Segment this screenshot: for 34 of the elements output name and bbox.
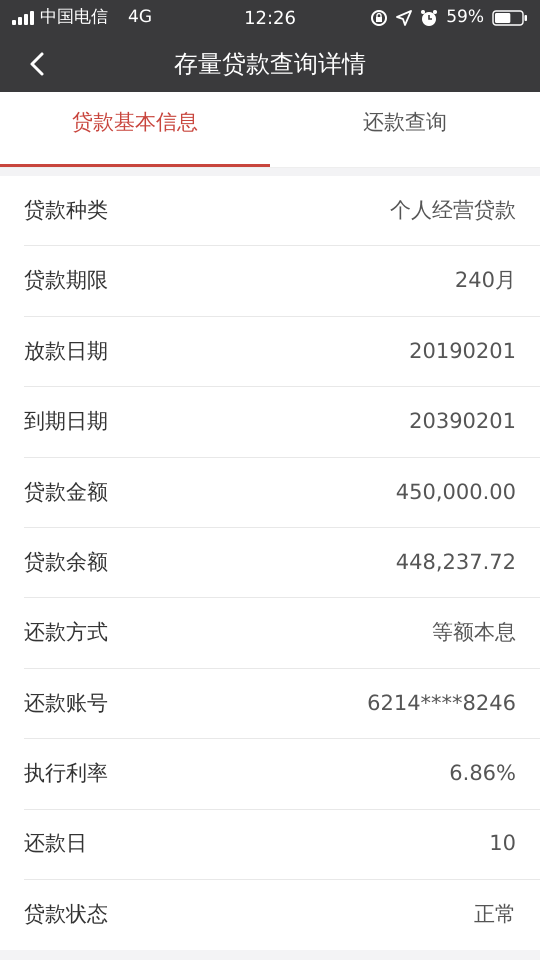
carrier-name: 中国电信 bbox=[40, 6, 108, 30]
field-label: 还款方式 bbox=[24, 619, 108, 646]
field-value: 20390201 bbox=[409, 408, 516, 436]
signal-icon bbox=[12, 11, 36, 25]
field-value: 448,237.72 bbox=[396, 548, 516, 576]
field-label: 贷款金额 bbox=[24, 478, 108, 506]
field-label: 还款账号 bbox=[24, 690, 108, 717]
battery-percent: 59% bbox=[446, 6, 484, 30]
field-value: 个人经营贷款 bbox=[390, 196, 516, 224]
field-value: 6214****8246 bbox=[367, 690, 516, 717]
field-value: 450,000.00 bbox=[396, 478, 516, 506]
battery-icon bbox=[492, 10, 528, 26]
clock-time: 12:26 bbox=[244, 6, 296, 30]
tab[interactable]: 还款查询 bbox=[270, 92, 540, 167]
field-value: 10 bbox=[489, 830, 516, 858]
field-value: 等额本息 bbox=[432, 619, 516, 646]
field-label: 贷款余额 bbox=[24, 548, 108, 576]
rotation-lock-icon bbox=[370, 9, 388, 27]
field-label: 贷款期限 bbox=[24, 267, 108, 294]
field-value: 正常 bbox=[474, 901, 516, 928]
field-value: 20190201 bbox=[409, 338, 516, 365]
network-type: 4G bbox=[128, 6, 152, 30]
field-label: 执行利率 bbox=[24, 760, 108, 788]
page-title: 存量贷款查询详情 bbox=[174, 49, 366, 80]
field-label: 还款日 bbox=[24, 830, 87, 858]
location-icon bbox=[396, 10, 412, 26]
field-label: 放款日期 bbox=[24, 338, 108, 365]
field-label: 到期日期 bbox=[24, 408, 108, 436]
field-value: 6.86% bbox=[449, 760, 516, 788]
field-label: 贷款状态 bbox=[24, 901, 108, 928]
field-value: 240月 bbox=[454, 267, 516, 294]
alarm-icon bbox=[420, 9, 438, 27]
field-label: 贷款种类 bbox=[24, 196, 108, 224]
tab[interactable]: 贷款基本信息 bbox=[0, 92, 270, 167]
